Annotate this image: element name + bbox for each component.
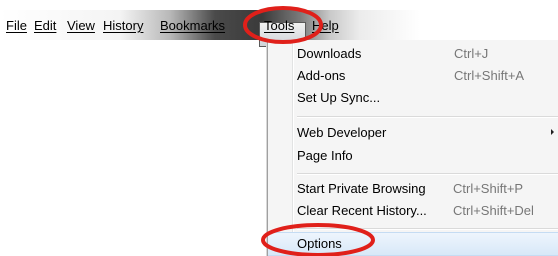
menu-item-label: Clear Recent History... <box>297 203 427 218</box>
menu-item-shortcut: Ctrl+Shift+A <box>454 68 525 83</box>
menu-bar: File Edit View History Bookmarks Tools H… <box>0 10 558 47</box>
submenu-arrow-icon <box>551 129 554 135</box>
menu-view[interactable]: View <box>67 17 95 35</box>
menu-item-web-developer[interactable]: Web Developer <box>268 122 558 144</box>
menu-separator <box>297 173 558 175</box>
menu-item-shortcut: Ctrl+J <box>454 46 489 61</box>
menu-item-label: Page Info <box>297 148 353 163</box>
menu-item-clear-recent-history[interactable]: Clear Recent History... Ctrl+Shift+Del <box>268 200 558 222</box>
menu-item-downloads[interactable]: Downloads Ctrl+J <box>268 43 558 65</box>
menu-file[interactable]: File <box>6 17 27 35</box>
menu-tools[interactable]: Tools <box>264 17 294 35</box>
menu-item-options[interactable]: Options <box>268 232 558 256</box>
menu-item-label: Start Private Browsing <box>297 181 426 196</box>
menu-separator <box>297 228 558 230</box>
menu-item-shortcut: Ctrl+Shift+P <box>453 181 524 196</box>
menu-separator <box>297 116 558 118</box>
menu-item-add-ons[interactable]: Add-ons Ctrl+Shift+A <box>268 65 558 87</box>
menu-history[interactable]: History <box>103 17 143 35</box>
menu-item-label: Downloads <box>297 46 362 61</box>
menu-item-label: Add-ons <box>297 68 346 83</box>
tools-dropdown-menu: Downloads Ctrl+J Add-ons Ctrl+Shift+A Se… <box>267 40 558 256</box>
menu-item-page-info[interactable]: Page Info <box>268 145 558 167</box>
menu-item-shortcut: Ctrl+Shift+Del <box>453 203 534 218</box>
menu-item-private-browsing[interactable]: Start Private Browsing Ctrl+Shift+P <box>268 178 558 200</box>
menu-edit[interactable]: Edit <box>34 17 56 35</box>
menu-item-label: Web Developer <box>297 125 387 140</box>
menu-item-set-up-sync[interactable]: Set Up Sync... <box>268 87 558 109</box>
menu-item-label: Set Up Sync... <box>297 90 381 105</box>
menu-help[interactable]: Help <box>312 17 339 35</box>
menu-bookmarks[interactable]: Bookmarks <box>160 17 225 35</box>
menu-item-label: Options <box>297 236 342 251</box>
